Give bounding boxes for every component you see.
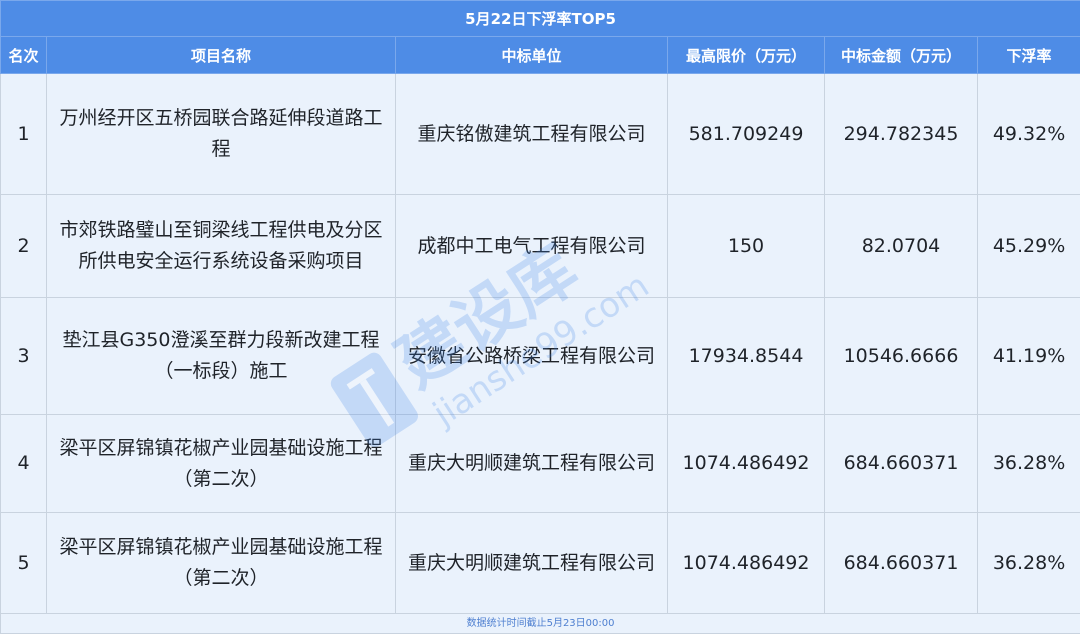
table-row: 2 市郊铁路璧山至铜梁线工程供电及分区所供电安全运行系统设备采购项目 成都中工电… <box>1 195 1080 298</box>
table-row: 1 万州经开区五桥园联合路延伸段道路工程 重庆铭傲建筑工程有限公司 581.70… <box>1 74 1080 195</box>
cell-rank: 4 <box>1 415 47 513</box>
cell-discount: 36.28% <box>978 513 1080 614</box>
header-discount: 下浮率 <box>978 37 1080 74</box>
cell-discount: 45.29% <box>978 195 1080 298</box>
header-max-price: 最高限价（万元） <box>668 37 825 74</box>
cell-project: 梁平区屏锦镇花椒产业园基础设施工程（第二次） <box>47 513 396 614</box>
cell-winner: 成都中工电气工程有限公司 <box>396 195 668 298</box>
cell-discount: 49.32% <box>978 74 1080 195</box>
cell-max-price: 581.709249 <box>668 74 825 195</box>
cell-project: 万州经开区五桥园联合路延伸段道路工程 <box>47 74 396 195</box>
cell-winner: 重庆铭傲建筑工程有限公司 <box>396 74 668 195</box>
cell-max-price: 1074.486492 <box>668 513 825 614</box>
cell-bid-amount: 82.0704 <box>825 195 978 298</box>
cell-winner: 重庆大明顺建筑工程有限公司 <box>396 415 668 513</box>
cell-project: 梁平区屏锦镇花椒产业园基础设施工程（第二次） <box>47 415 396 513</box>
header-winner: 中标单位 <box>396 37 668 74</box>
cell-max-price: 1074.486492 <box>668 415 825 513</box>
ranking-table: 5月22日下浮率TOP5 名次 项目名称 中标单位 最高限价（万元） 中标金额（… <box>0 0 1080 634</box>
cell-project: 市郊铁路璧山至铜梁线工程供电及分区所供电安全运行系统设备采购项目 <box>47 195 396 298</box>
header-rank: 名次 <box>1 37 47 74</box>
cell-max-price: 17934.8544 <box>668 298 825 415</box>
table-title-row: 5月22日下浮率TOP5 <box>1 1 1080 37</box>
table-title: 5月22日下浮率TOP5 <box>1 1 1080 37</box>
table-header-row: 名次 项目名称 中标单位 最高限价（万元） 中标金额（万元） 下浮率 <box>1 37 1080 74</box>
cell-bid-amount: 294.782345 <box>825 74 978 195</box>
cell-rank: 2 <box>1 195 47 298</box>
cell-project: 垫江县G350澄溪至群力段新改建工程（一标段）施工 <box>47 298 396 415</box>
cell-rank: 5 <box>1 513 47 614</box>
cell-bid-amount: 10546.6666 <box>825 298 978 415</box>
cell-rank: 1 <box>1 74 47 195</box>
table-row: 4 梁平区屏锦镇花椒产业园基础设施工程（第二次） 重庆大明顺建筑工程有限公司 1… <box>1 415 1080 513</box>
cell-bid-amount: 684.660371 <box>825 415 978 513</box>
cell-discount: 41.19% <box>978 298 1080 415</box>
header-bid-amount: 中标金额（万元） <box>825 37 978 74</box>
cell-bid-amount: 684.660371 <box>825 513 978 614</box>
header-project: 项目名称 <box>47 37 396 74</box>
cell-winner: 重庆大明顺建筑工程有限公司 <box>396 513 668 614</box>
ranking-page: 5月22日下浮率TOP5 名次 项目名称 中标单位 最高限价（万元） 中标金额（… <box>0 0 1080 631</box>
cell-rank: 3 <box>1 298 47 415</box>
table-row: 5 梁平区屏锦镇花椒产业园基础设施工程（第二次） 重庆大明顺建筑工程有限公司 1… <box>1 513 1080 614</box>
cell-max-price: 150 <box>668 195 825 298</box>
cell-winner: 安徽省公路桥梁工程有限公司 <box>396 298 668 415</box>
table-row: 3 垫江县G350澄溪至群力段新改建工程（一标段）施工 安徽省公路桥梁工程有限公… <box>1 298 1080 415</box>
cell-discount: 36.28% <box>978 415 1080 513</box>
